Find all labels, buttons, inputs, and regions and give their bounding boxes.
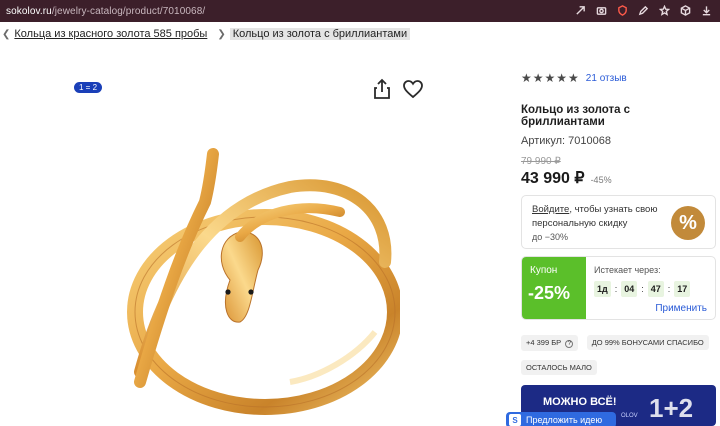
product-gallery[interactable]: 1 = 2 <box>0 46 510 426</box>
breadcrumb-current: Кольцо из золота с бриллиантами <box>229 28 411 40</box>
timer-separator: : <box>667 284 671 294</box>
timer-days: 1д <box>594 281 611 297</box>
reviews-link[interactable]: 21 отзыв <box>586 73 627 84</box>
timer-seconds: 17 <box>674 281 691 297</box>
promo-badge: 1 = 2 <box>74 82 103 93</box>
bonus-chip-label: +4 399 БР <box>526 338 562 347</box>
percent-icon: % <box>671 206 705 240</box>
apply-coupon-button[interactable]: Применить <box>655 303 707 314</box>
coupon-timer: 1д : 04 : 47 : 17 <box>594 281 691 297</box>
personal-discount-max: до −30% <box>532 232 569 242</box>
coupon-card: Купон -25% Истекает через: 1д : 04 : 47 … <box>521 256 716 320</box>
product-ring-image <box>127 148 400 415</box>
breadcrumb-chevron-icon: ❮ <box>2 28 11 40</box>
bonus-pay-chip: ДО 99% БОНУСАМИ СПАСИБО <box>586 335 709 350</box>
breadcrumb: ❮ Кольца из красного золота 585 пробы ❯ … <box>0 22 720 46</box>
info-chips: +4 399 БР ? ДО 99% БОНУСАМИ СПАСИБО ОСТА… <box>521 332 716 381</box>
screenshot-icon[interactable] <box>595 4 607 16</box>
product-title: Кольцо из золота с бриллиантами <box>521 104 631 128</box>
suggest-idea-label: Предложить идею <box>526 415 603 425</box>
browser-toolbar-icons <box>574 4 712 16</box>
timer-minutes: 47 <box>647 281 664 297</box>
low-stock-chip: ОСТАЛОСЬ МАЛО <box>521 360 597 375</box>
login-link[interactable]: Войдите <box>532 204 569 215</box>
breadcrumb-parent-link[interactable]: Кольца из красного золота 585 пробы <box>14 28 207 40</box>
suggest-logo-icon: S <box>509 414 521 426</box>
old-price: 79 990 ₽ <box>521 156 561 167</box>
suggest-idea-button[interactable]: S Предложить идею <box>506 412 616 426</box>
url-host: sokolov.ru <box>6 5 52 17</box>
bonus-chip[interactable]: +4 399 БР ? <box>521 335 579 351</box>
url-path: /jewelry-catalog/product/7010068/ <box>51 5 206 17</box>
extensions-icon[interactable] <box>679 4 691 16</box>
info-icon[interactable]: ? <box>565 340 574 348</box>
edit-icon[interactable] <box>637 4 649 16</box>
coupon-label: Купон <box>530 265 558 276</box>
open-in-app-icon[interactable] <box>574 4 586 16</box>
coupon-expires-label: Истекает через: <box>594 265 661 275</box>
rating: ★★★★★ 21 отзыв <box>521 70 716 86</box>
current-price: 43 990 ₽ <box>521 170 585 187</box>
product-sku: Артикул: 7010068 <box>521 135 611 147</box>
timer-separator: : <box>641 284 644 294</box>
bookmark-icon[interactable] <box>658 4 670 16</box>
rating-stars: ★★★★★ <box>521 71 580 85</box>
promo-banner-offer: 1+2 <box>649 393 694 423</box>
download-icon[interactable] <box>700 4 712 16</box>
promo-banner-text: МОЖНО ВСЁ! <box>543 396 617 408</box>
timer-separator: : <box>614 284 618 294</box>
favorite-heart-icon[interactable] <box>402 79 424 99</box>
price-row: 43 990 ₽ -45% <box>521 168 716 188</box>
shield-icon[interactable] <box>616 4 628 16</box>
product-info-panel: ★★★★★ 21 отзыв Кольцо из золота с брилли… <box>521 70 716 426</box>
coupon-value: -25% <box>528 283 571 303</box>
timer-hours: 04 <box>621 281 638 297</box>
personal-discount-card[interactable]: Войдите, чтобы узнать свою персональную … <box>521 195 716 249</box>
discount-percent: -45% <box>590 175 612 185</box>
share-icon[interactable] <box>372 78 392 100</box>
breadcrumb-separator-icon: ❯ <box>217 28 226 40</box>
url-text[interactable]: sokolov.ru/jewelry-catalog/product/70100… <box>6 6 205 17</box>
browser-url-bar[interactable]: sokolov.ru/jewelry-catalog/product/70100… <box>0 0 720 22</box>
promo-banner-brand: OLOV <box>621 413 638 419</box>
personal-discount-text: Войдите, чтобы узнать свою персональную … <box>532 203 672 231</box>
coupon-badge: Купон -25% <box>522 257 586 319</box>
